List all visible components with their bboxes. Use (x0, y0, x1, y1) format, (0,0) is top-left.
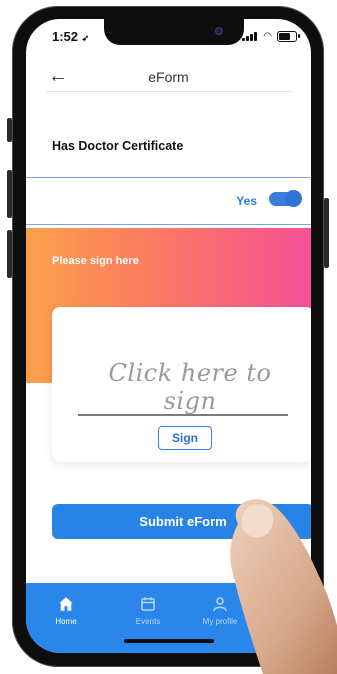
volume-up-button (7, 170, 12, 218)
home-indicator (124, 639, 214, 643)
mute-switch (7, 118, 12, 142)
signature-line (78, 414, 288, 416)
status-icons: ◠ (242, 31, 300, 42)
pointing-finger-image (230, 499, 337, 674)
toggle-label: Yes (236, 194, 257, 208)
page-title: eForm (148, 69, 189, 85)
top-bar: ← eForm (26, 59, 311, 95)
calendar-icon (141, 597, 155, 611)
side-button (324, 198, 329, 268)
volume-down-button (7, 230, 12, 278)
field-label: Has Doctor Certificate (52, 139, 184, 153)
wifi-icon: ◠ (263, 31, 272, 42)
battery-icon (277, 31, 300, 42)
status-time: 1:52 ➶ (52, 29, 90, 44)
tab-events[interactable]: Events (118, 595, 178, 626)
tab-label: Home (55, 617, 77, 626)
tab-label: Events (135, 617, 161, 626)
divider (46, 91, 291, 92)
back-arrow-icon[interactable]: ← (48, 65, 68, 88)
front-camera (215, 27, 223, 35)
signature-prompt: Please sign here (52, 255, 139, 267)
notch (104, 19, 244, 45)
tab-home[interactable]: Home (36, 595, 96, 626)
signal-icon (242, 32, 258, 41)
sign-button[interactable]: Sign (158, 426, 212, 450)
doctor-certificate-toggle[interactable] (269, 191, 301, 206)
location-arrow-icon: ➶ (81, 33, 90, 43)
home-icon (59, 597, 73, 611)
doctor-certificate-row: Yes (26, 177, 311, 225)
toggle-knob (286, 191, 301, 206)
signature-placeholder[interactable]: Click here to sign (80, 359, 300, 415)
